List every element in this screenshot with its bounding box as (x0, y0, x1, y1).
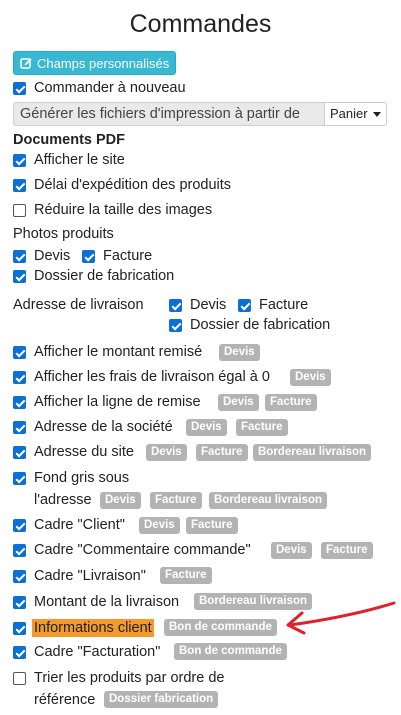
photos-invoice-checkbox[interactable] (82, 250, 95, 263)
chevron-down-icon (372, 111, 381, 117)
badge-facture: Facture (150, 492, 202, 509)
pdf-section-title: Documents PDF (13, 132, 125, 148)
reorder-checkbox[interactable] (13, 82, 26, 95)
option-checkbox[interactable] (13, 446, 26, 459)
reorder-label: Commander à nouveau (34, 80, 186, 96)
generate-source-value: Panier (330, 106, 368, 121)
photos-quote-label: Devis (34, 248, 71, 264)
badge-devis: Devis (271, 542, 312, 559)
option-checkbox[interactable] (13, 371, 26, 384)
badge-dossier-fabrication: Dossier fabrication (104, 691, 219, 708)
option-label: Adresse de la société (34, 419, 173, 435)
option-label: Cadre "Commentaire commande" (34, 542, 251, 558)
delivery-fabrication-checkbox[interactable] (169, 319, 182, 332)
option-label: Cadre "Facturation" (34, 644, 161, 660)
option-label: Montant de la livraison (34, 594, 180, 610)
page-title: Commandes (129, 10, 272, 38)
option-label-line1: Trier les produits par ordre de (34, 670, 225, 686)
show-site-label: Afficher le site (34, 152, 125, 168)
option-checkbox[interactable] (13, 672, 26, 685)
badge-devis: Devis (139, 517, 180, 534)
option-checkbox[interactable] (13, 472, 26, 485)
badge-bon-de-commande: Bon de commande (174, 643, 287, 660)
custom-fields-button[interactable]: Champs personnalisés (13, 51, 177, 75)
badge-devis: Devis (219, 344, 260, 361)
shipping-delay-label: Délai d'expédition des produits (34, 177, 232, 193)
option-label: Cadre "Client" (34, 517, 125, 533)
shipping-delay-checkbox[interactable] (13, 179, 26, 192)
option-label-highlighted: Informations client (32, 619, 154, 637)
option-checkbox[interactable] (13, 646, 26, 659)
badge-devis: Devis (100, 492, 141, 509)
delivery-fabrication-label: Dossier de fabrication (190, 317, 331, 333)
option-label: Afficher la ligne de remise (34, 394, 201, 410)
badge-bon-de-commande: Bon de commande (164, 619, 277, 636)
red-arrow-icon (286, 601, 396, 635)
badge-facture: Facture (236, 419, 288, 436)
option-checkbox[interactable] (13, 519, 26, 532)
option-label: Adresse du site (34, 444, 134, 460)
badge-facture: Facture (196, 444, 248, 461)
show-site-checkbox[interactable] (13, 154, 26, 167)
delivery-invoice-label: Facture (259, 297, 309, 313)
reduce-images-label: Réduire la taille des images (34, 202, 213, 218)
badge-devis: Devis (186, 419, 227, 436)
option-label-line2: l'adresse (34, 492, 92, 508)
delivery-invoice-checkbox[interactable] (238, 299, 251, 312)
generate-source-select[interactable]: Panier (324, 102, 387, 126)
custom-fields-label: Champs personnalisés (37, 55, 170, 71)
badge-bordereau-livraison: Bordereau livraison (253, 444, 372, 461)
photos-label: Photos produits (13, 226, 114, 242)
delivery-address-label: Adresse de livraison (13, 297, 144, 313)
photos-quote-checkbox[interactable] (13, 250, 26, 263)
badge-devis: Devis (218, 394, 259, 411)
badge-facture: Facture (160, 567, 212, 584)
option-checkbox[interactable] (13, 396, 26, 409)
option-checkbox[interactable] (13, 346, 26, 359)
generate-label: Générer les fichiers d'impression à part… (13, 102, 324, 126)
reduce-images-checkbox[interactable] (13, 204, 26, 217)
badge-facture: Facture (321, 542, 373, 559)
delivery-quote-checkbox[interactable] (169, 299, 182, 312)
option-checkbox[interactable] (13, 570, 26, 583)
option-label: Afficher le montant remisé (34, 344, 203, 360)
option-checkbox[interactable] (13, 596, 26, 609)
option-checkbox[interactable] (13, 622, 26, 635)
option-checkbox[interactable] (13, 421, 26, 434)
generate-input-group: Générer les fichiers d'impression à part… (13, 102, 387, 126)
option-checkbox[interactable] (13, 544, 26, 557)
photos-fabrication-checkbox[interactable] (13, 270, 26, 283)
photos-invoice-label: Facture (103, 248, 153, 264)
option-label: Afficher les frais de livraison égal à 0 (34, 369, 270, 385)
option-label-line1: Fond gris sous (34, 470, 130, 486)
delivery-quote-label: Devis (190, 297, 227, 313)
badge-facture: Facture (186, 517, 238, 534)
badge-facture: Facture (265, 394, 317, 411)
photos-fabrication-label: Dossier de fabrication (34, 268, 175, 284)
option-label-line2: référence (34, 692, 96, 708)
badge-devis: Devis (290, 369, 331, 386)
badge-devis: Devis (146, 444, 187, 461)
badge-bordereau-livraison: Bordereau livraison (209, 492, 328, 509)
option-label: Cadre "Livraison" (34, 568, 146, 584)
edit-icon (20, 57, 33, 70)
